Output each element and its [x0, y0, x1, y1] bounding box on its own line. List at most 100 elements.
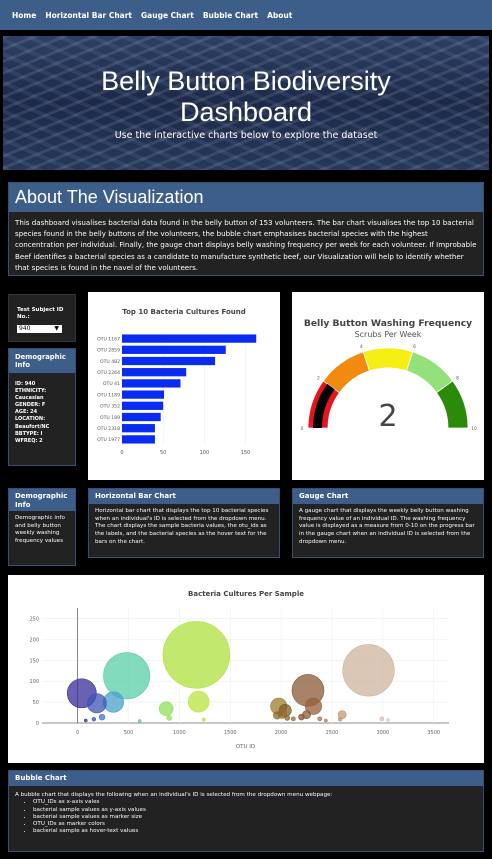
- bubble-chart-point: [137, 719, 142, 723]
- bubble-chart-point: [187, 690, 210, 713]
- bubble-chart-point: [201, 717, 206, 722]
- bubble-chart-point: [83, 718, 88, 723]
- bar-chart-category-label: OTU 189: [100, 415, 120, 421]
- bar-chart-category-label: OTU 2318: [97, 426, 120, 432]
- demographic-line: ID: 940: [15, 381, 36, 387]
- gauge-chart-card: Gauge Chart A gauge chart that displays …: [292, 488, 484, 558]
- gauge-tick-label: 8: [456, 375, 459, 381]
- bubble-chart-point: [162, 621, 231, 689]
- nav-link-about[interactable]: About: [267, 11, 292, 20]
- bubble-chart-ytick: 200: [29, 637, 39, 643]
- bubble-chart-xtick: 3500: [427, 730, 440, 736]
- bubble-card-list-item: bacterial sample values as marker size: [33, 814, 477, 821]
- bubble-chart: Bacteria Cultures Per Sample 0 50 100 150 200…: [8, 575, 484, 763]
- bubble-card-list-item: OTU_IDs as marker colors: [33, 821, 477, 828]
- bar-chart-bar: [122, 345, 226, 354]
- bar-chart-svg: Top 10 Bacteria Cultures Found 0 50 100 150 O…: [97, 308, 257, 456]
- bubble-chart-xlabel: OTU ID: [236, 744, 255, 750]
- bubble-chart-point: [86, 693, 107, 714]
- bubble-chart-point: [317, 716, 323, 722]
- bubble-chart-point: [91, 717, 97, 722]
- page-title-line1: Belly Button Biodiversity: [101, 66, 391, 96]
- bubble-card-title: Bubble Chart: [9, 771, 483, 786]
- gauge-subtitle: Scrubs Per Week: [355, 330, 422, 339]
- bar-chart-category-label: OTU 352: [100, 404, 120, 410]
- bar-chart-xtick: 0: [120, 450, 123, 456]
- bubble-chart-point: [342, 644, 395, 697]
- bar-chart-bar: [122, 379, 181, 388]
- bubble-card-list-item: OTU_IDs as x-axis vales: [33, 799, 477, 806]
- nav-link-horizontal-bar-chart[interactable]: Horizontal Bar Chart: [45, 11, 132, 20]
- bar-chart-bar: [122, 401, 164, 410]
- bubble-chart-point: [290, 716, 296, 722]
- gauge-band: [362, 347, 414, 372]
- bubble-chart-title: Bacteria Cultures Per Sample: [188, 590, 304, 598]
- gauge-title: Belly Button Washing Frequency: [304, 318, 472, 329]
- bubble-chart-xtick: 3000: [376, 730, 389, 736]
- bar-chart-category-label: OTU 2264: [97, 370, 120, 376]
- bar-chart-category-label: OTU 41: [103, 381, 120, 387]
- bubble-chart-point: [324, 718, 328, 723]
- bubble-card-intro: A bubble chart that displays the followi…: [15, 792, 333, 798]
- bar-chart-bar: [122, 368, 187, 377]
- bubble-card-list-item: bacterial sample as hover-text values: [33, 828, 477, 835]
- bubble-chart-ytick: 250: [29, 616, 39, 622]
- bar-chart-bar: [122, 334, 257, 343]
- bubble-chart-xtick: 1500: [224, 730, 237, 736]
- gauge-chart: Belly Button Washing Frequency Scrubs Per…: [292, 292, 484, 480]
- bubble-card-body: A bubble chart that displays the followi…: [9, 786, 483, 842]
- subject-id-value: 940: [19, 325, 31, 332]
- bubble-chart-point: [166, 715, 172, 721]
- nav-link-gauge-chart[interactable]: Gauge Chart: [141, 11, 194, 20]
- bubble-chart-svg: Bacteria Cultures Per Sample 0 50 100 150 200…: [29, 590, 449, 750]
- navbar: Home Horizontal Bar Chart Gauge Chart Bubbl…: [0, 0, 492, 30]
- demographic-line: AGE: 24: [15, 409, 38, 416]
- bar-card-body: Horizontal bar chart that displays the t…: [95, 508, 269, 545]
- bar-chart-category-label: OTU 2859: [97, 348, 120, 354]
- bar-chart: Top 10 Bacteria Cultures Found 0 50 100 150 O…: [88, 292, 280, 480]
- bubble-chart-ytick: 150: [29, 658, 39, 664]
- bubble-chart-point: [298, 713, 305, 721]
- gauge-tick-label: 6: [413, 344, 416, 350]
- bar-chart-bar: [122, 412, 161, 422]
- demographic-line: BBTYPE: I: [15, 430, 43, 437]
- bubble-chart-xtick: 2000: [275, 730, 288, 736]
- gauge-tick-label: 2: [317, 375, 320, 381]
- bar-chart-category-label: OTU 482: [100, 359, 120, 365]
- bar-chart-category-label: OTU 1167: [97, 336, 120, 342]
- gauge-tick-label: 10: [471, 426, 477, 432]
- bubble-chart-point: [98, 713, 106, 721]
- bubble-chart-point: [386, 718, 390, 722]
- gauge-chart-svg: Belly Button Washing FrequencyScrubs Per…: [301, 318, 477, 434]
- demographic-info-card: Demographic Info Demographic info and be…: [8, 488, 76, 566]
- bubble-chart-xtick: 0: [76, 730, 79, 736]
- demographic-info-title: Demographic Info: [9, 349, 75, 373]
- bar-chart-category-label: OTU 1189: [97, 392, 120, 398]
- bar-card-title: Horizontal Bar Chart: [89, 489, 279, 504]
- subject-selector-label: Test Subject ID No.:: [17, 307, 64, 320]
- bubble-chart-ytick: 100: [29, 679, 39, 685]
- demographic-card-body: Demographic info and belly button weekly…: [15, 515, 65, 545]
- bubble-chart-card: Bubble Chart A bubble chart that display…: [8, 770, 484, 852]
- bubble-card-list: OTU_IDs as x-axis valesbacterial sample …: [15, 799, 477, 835]
- gauge-card-title: Gauge Chart: [293, 489, 483, 504]
- about-body: This dashboard visualises bacterial data…: [15, 218, 477, 272]
- hero-subtitle: Use the interactive charts below to expl…: [114, 130, 378, 141]
- bubble-card-list-item: bacterial sample values as y-axis values: [33, 807, 477, 814]
- chevron-down-icon: ▼: [54, 325, 59, 332]
- bubble-chart-point: [273, 711, 282, 720]
- subject-id-select[interactable]: 940 ▼: [17, 325, 62, 333]
- bubble-chart-xtick: 2500: [326, 730, 339, 736]
- nav-link-bubble-chart[interactable]: Bubble Chart: [203, 11, 258, 20]
- bar-chart-bar: [122, 435, 155, 444]
- about-panel: About The Visualization This dashboard v…: [8, 182, 484, 276]
- page-title-line2: Dashboard: [179, 97, 313, 127]
- about-title: About The Visualization: [9, 183, 483, 212]
- bubble-chart-xtick: 1000: [173, 730, 186, 736]
- demographic-info-body: ID: 940 ETHNICITY: Caucasian GENDER: F AGE:…: [9, 373, 75, 453]
- nav-link-home[interactable]: Home: [12, 11, 36, 20]
- bubble-chart-ytick: 50: [33, 700, 39, 706]
- bubble-chart-point: [284, 715, 290, 721]
- bubble-chart-point: [103, 652, 151, 700]
- gauge-tick-label: 0: [301, 426, 304, 432]
